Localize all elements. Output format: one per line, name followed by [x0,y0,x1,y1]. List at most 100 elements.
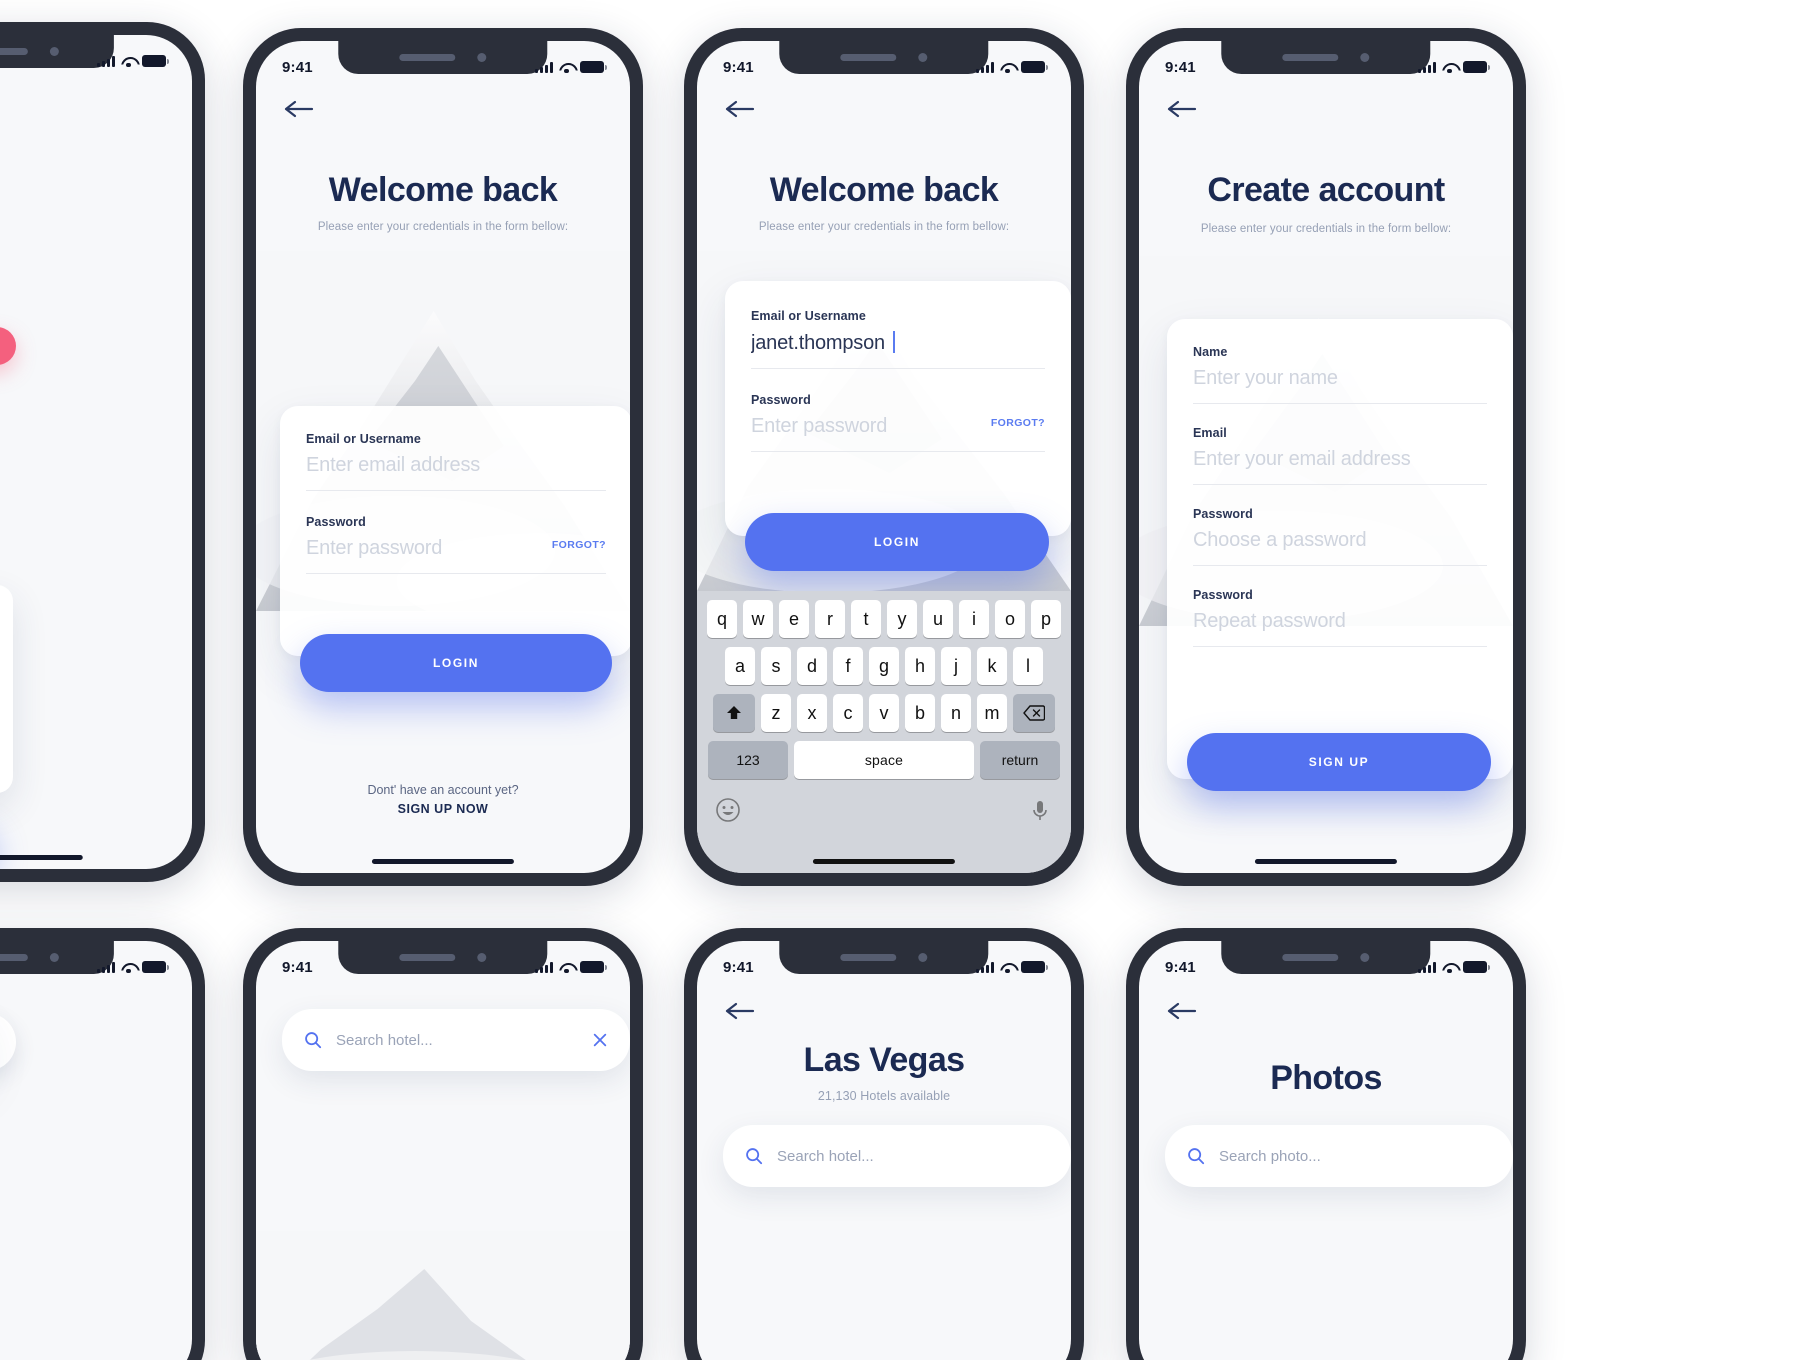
shift-key[interactable] [713,694,755,732]
phone-login-typing: 9:41 Welcome back Please enter your cred… [684,28,1084,886]
field-password[interactable]: Password Enter password FORGOT? [280,491,630,560]
key-q[interactable]: q [707,600,737,638]
key-e[interactable]: e [779,600,809,638]
phone-search-hotel-active: 9:41 Search hotel... [243,928,643,1360]
field-email[interactable]: Email or Username Enter email address [280,406,630,477]
key-r[interactable]: r [815,600,845,638]
key-b[interactable]: b [905,694,935,732]
status-bar: 9:41 [697,941,1071,983]
back-button[interactable] [1167,99,1197,119]
battery-icon [580,961,607,973]
key-x[interactable]: x [797,694,827,732]
key-o[interactable]: o [995,600,1025,638]
key-j[interactable]: j [941,647,971,685]
battery-icon [1021,61,1048,73]
field-password-label: Password [306,515,366,529]
page-subtitle: Please enter your credentials in the for… [758,221,1010,233]
field-repeat-password[interactable]: Password Repeat password [1167,566,1513,633]
keyboard-bottom-bar [697,788,1071,830]
field-repeat-password-input[interactable]: Repeat password [1193,610,1487,633]
key-h[interactable]: h [905,647,935,685]
signup-button[interactable]: SIGN UP [1187,733,1491,791]
key-a[interactable]: a [725,647,755,685]
login-button[interactable]: LOGIN [300,634,612,692]
key-l[interactable]: l [1013,647,1043,685]
key-s[interactable]: s [761,647,791,685]
close-button[interactable] [0,1013,16,1071]
forgot-password-link[interactable]: FORGOT? [552,539,606,551]
cellular-signal-icon [97,55,115,67]
field-password-input[interactable]: Choose a password [1193,529,1487,552]
login-button[interactable]: LOGIN [745,513,1049,571]
delete-key[interactable] [1013,694,1055,732]
key-n[interactable]: n [941,694,971,732]
field-name-input[interactable]: Enter your name [1193,367,1487,390]
key-i[interactable]: i [959,600,989,638]
field-email-label: Email or Username [306,432,421,446]
space-key[interactable]: space [794,741,974,779]
keyboard-row-2: a s d f g h j k l [697,647,1071,685]
battery-icon [142,55,169,67]
key-w[interactable]: w [743,600,773,638]
home-indicator [0,855,83,860]
login-form-card: Email or Username janet.thompson Passwor… [725,281,1071,536]
back-button[interactable] [284,99,314,119]
page-subtitle: Please enter your credentials in the for… [1200,223,1452,235]
field-email-label: Email or Username [751,309,866,323]
key-c[interactable]: c [833,694,863,732]
field-email-input[interactable]: janet.thompson [751,331,1045,355]
status-bar: 9:41 [0,35,192,77]
key-d[interactable]: d [797,647,827,685]
page-title: Create account [1207,171,1445,209]
status-time: 9:41 [723,58,754,76]
return-key[interactable]: return [980,741,1060,779]
search-input[interactable]: Search hotel... [336,1032,433,1049]
status-time: 9:41 [1165,958,1196,976]
onscreen-keyboard[interactable]: q w e r t y u i o p a s d f g h j k l z … [697,591,1071,873]
key-u[interactable]: u [923,600,953,638]
field-password[interactable]: Password Choose a password [1167,485,1513,552]
cellular-signal-icon [535,61,553,73]
key-z[interactable]: z [761,694,791,732]
key-g[interactable]: g [869,647,899,685]
home-indicator [1254,859,1398,864]
field-password-underline [751,451,1045,452]
key-y[interactable]: y [887,600,917,638]
back-button[interactable] [1167,1001,1197,1021]
page-title: Photos [1270,1059,1382,1097]
keyboard-row-3: z x c v b n m [697,694,1071,732]
key-m[interactable]: m [977,694,1007,732]
back-button[interactable] [725,99,755,119]
search-bar[interactable]: Search hotel... [723,1125,1071,1187]
key-v[interactable]: v [869,694,899,732]
phone-photos: 9:41 Photos Search photo... [1126,928,1526,1360]
phone-login-empty: 9:41 Welcome back Please enter your cred… [243,28,643,886]
search-input[interactable]: Search hotel... [777,1148,874,1165]
close-icon[interactable] [592,1032,608,1048]
key-p[interactable]: p [1031,600,1061,638]
key-t[interactable]: t [851,600,881,638]
key-f[interactable]: f [833,647,863,685]
search-bar[interactable]: Search hotel... [282,1009,630,1071]
wifi-icon [1000,62,1015,74]
forgot-password-link[interactable]: FORGOT? [991,417,1045,429]
cellular-signal-icon [976,61,994,73]
cellular-signal-icon [1418,61,1436,73]
search-bar[interactable]: Search photo... [1165,1125,1513,1187]
microphone-icon[interactable] [1027,797,1053,823]
field-email[interactable]: Email Enter your email address [1167,404,1513,471]
phone-city-detail: 9:41 Vegas ls available visited this cit… [0,22,205,882]
signup-now-link[interactable]: SIGN UP NOW [256,802,630,816]
back-button[interactable] [725,1001,755,1021]
field-email-input[interactable]: Enter your email address [1193,448,1487,471]
field-name-label: Name [1193,345,1228,359]
field-email[interactable]: Email or Username janet.thompson [725,281,1071,355]
field-email-input[interactable]: Enter email address [306,454,606,477]
emoji-icon[interactable] [715,797,741,823]
numbers-key[interactable]: 123 [708,741,788,779]
key-k[interactable]: k [977,647,1007,685]
signup-button-label: SIGN UP [1308,755,1370,769]
field-password[interactable]: Password Enter password FORGOT? [725,369,1071,438]
search-input[interactable]: Search photo... [1219,1148,1321,1165]
field-name[interactable]: Name Enter your name [1167,319,1513,390]
